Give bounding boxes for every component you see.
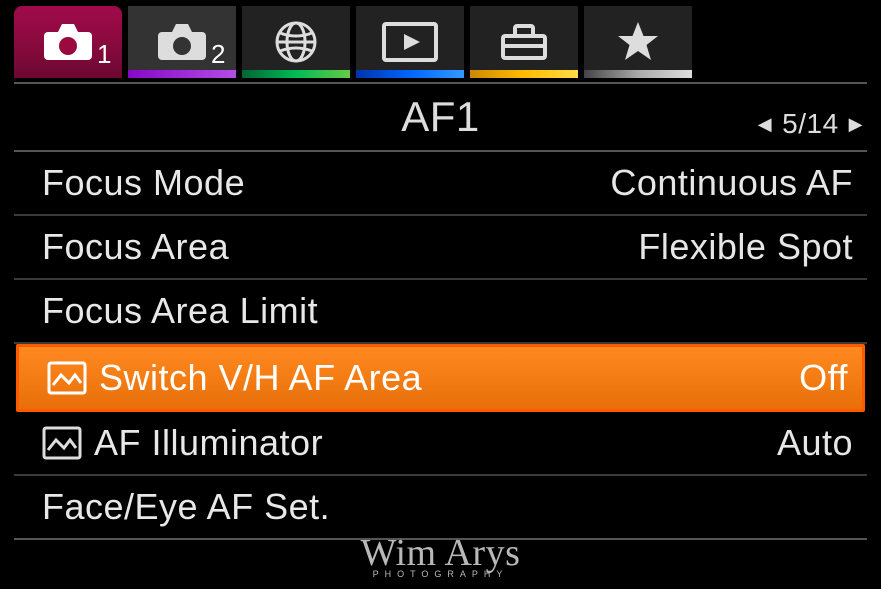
star-icon bbox=[615, 19, 661, 65]
tab-setup[interactable] bbox=[470, 6, 578, 78]
row-value: Auto bbox=[777, 422, 853, 464]
row-label: Focus Area Limit bbox=[42, 290, 318, 332]
tab-network[interactable] bbox=[242, 6, 350, 78]
toolbox-icon bbox=[499, 22, 549, 62]
globe-icon bbox=[273, 19, 319, 65]
camera-menu-screen: 1 2 bbox=[0, 0, 881, 589]
page-counter[interactable]: ◀ 5/14 ▶ bbox=[758, 108, 863, 140]
tab-1-badge: 1 bbox=[97, 39, 112, 70]
row-face-eye-af-set[interactable]: Face/Eye AF Set. bbox=[14, 476, 867, 540]
row-label: AF Illuminator bbox=[94, 422, 323, 464]
page-total: 14 bbox=[807, 108, 839, 139]
tab-playback[interactable] bbox=[356, 6, 464, 78]
row-value: Continuous AF bbox=[610, 162, 853, 204]
camera-icon bbox=[42, 22, 94, 62]
page-title-row: AF1 ◀ 5/14 ▶ bbox=[14, 84, 867, 152]
still-mode-icon bbox=[42, 426, 82, 460]
row-value: Off bbox=[799, 357, 848, 399]
row-label: Focus Area bbox=[42, 226, 229, 268]
row-focus-area-limit[interactable]: Focus Area Limit bbox=[14, 280, 867, 344]
page-index: 5 bbox=[782, 108, 798, 139]
page-title: AF1 bbox=[14, 93, 867, 141]
row-focus-area[interactable]: Focus Area Flexible Spot bbox=[14, 216, 867, 280]
pager-right-icon: ▶ bbox=[849, 114, 863, 135]
row-label: Switch V/H AF Area bbox=[99, 357, 422, 399]
playback-icon bbox=[382, 22, 438, 62]
pager-left-icon: ◀ bbox=[758, 114, 772, 135]
watermark-sub: PHOTOGRAPHY bbox=[361, 569, 521, 579]
row-label: Face/Eye AF Set. bbox=[42, 486, 330, 528]
camera-icon bbox=[156, 22, 208, 62]
menu-rows: Focus Mode Continuous AF Focus Area Flex… bbox=[14, 152, 867, 589]
row-af-illuminator[interactable]: AF Illuminator Auto bbox=[14, 412, 867, 476]
row-value: Flexible Spot bbox=[638, 226, 853, 268]
tab-my-menu[interactable] bbox=[584, 6, 692, 78]
still-mode-icon bbox=[47, 361, 87, 395]
row-focus-mode[interactable]: Focus Mode Continuous AF bbox=[14, 152, 867, 216]
row-label: Focus Mode bbox=[42, 162, 245, 204]
row-switch-vh-af-area[interactable]: Switch V/H AF Area Off bbox=[16, 344, 865, 412]
top-tabs: 1 2 bbox=[0, 0, 881, 84]
tab-camera-1[interactable]: 1 bbox=[14, 6, 122, 78]
tab-2-badge: 2 bbox=[211, 39, 226, 70]
tab-camera-2[interactable]: 2 bbox=[128, 6, 236, 78]
